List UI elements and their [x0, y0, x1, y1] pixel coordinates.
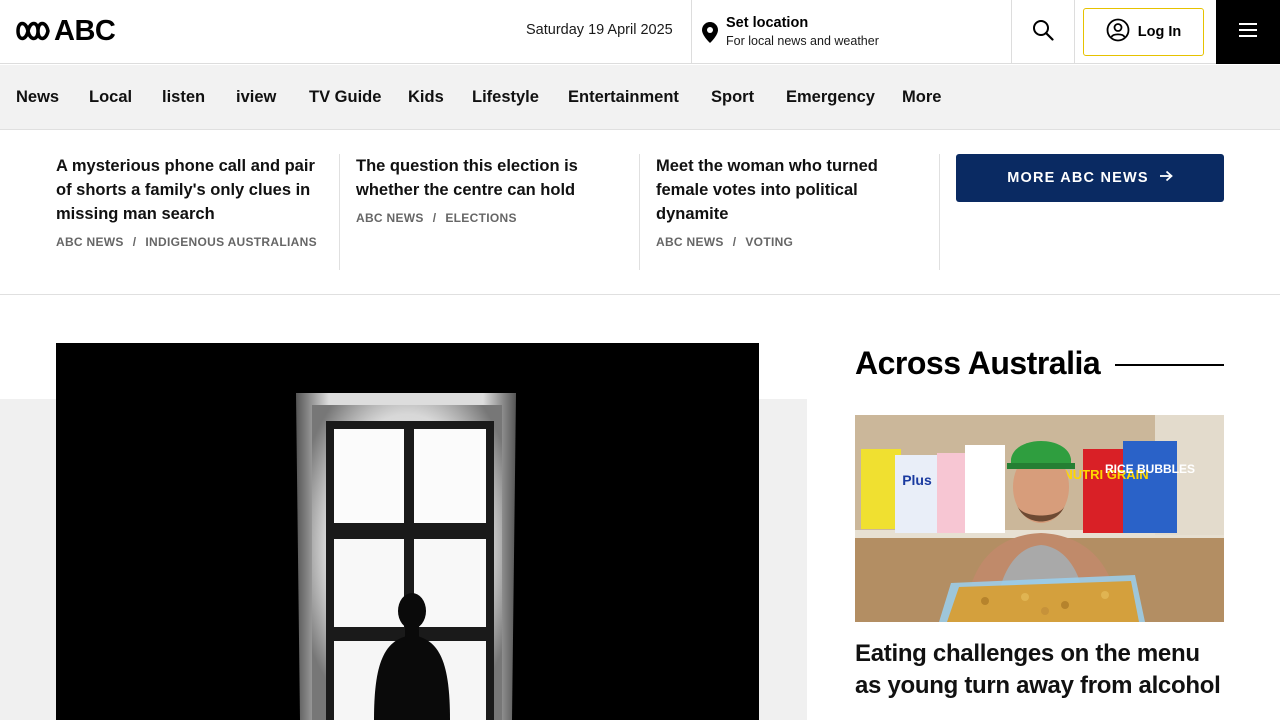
user-icon: [1106, 18, 1130, 46]
story-card[interactable]: Meet the woman who turned female votes i…: [656, 154, 940, 270]
nav-item-news[interactable]: News: [16, 88, 59, 107]
story-meta: ABC NEWS / INDIGENOUS AUSTRALIANS: [56, 235, 317, 249]
nav-item-listen[interactable]: listen: [162, 88, 205, 107]
nav-item-entertainment[interactable]: Entertainment: [568, 88, 679, 107]
across-australia-section: Across Australia: [855, 343, 1224, 383]
story-meta: ABC NEWS / VOTING: [656, 235, 794, 249]
story-title[interactable]: Meet the woman who turned female votes i…: [656, 154, 899, 226]
nav-item-lifestyle[interactable]: Lifestyle: [472, 88, 539, 107]
more-abc-news-button[interactable]: MORE ABC NEWS: [956, 154, 1224, 202]
nav-item-tv-guide[interactable]: TV Guide: [309, 88, 381, 107]
hamburger-icon: [1238, 22, 1258, 43]
story-topic[interactable]: VOTING: [745, 235, 793, 249]
brand-text: ABC: [54, 15, 116, 47]
section-title-rule: [1115, 364, 1224, 366]
location-title: Set location: [726, 15, 809, 31]
nav-item-sport[interactable]: Sport: [711, 88, 754, 107]
abc-lissajous-icon: [16, 21, 50, 41]
top-stories-strip: A mysterious phone call and pair of shor…: [0, 130, 1280, 295]
window-silhouette-photo: [56, 343, 759, 720]
story-card[interactable]: A mysterious phone call and pair of shor…: [56, 154, 340, 270]
nav-item-local[interactable]: Local: [89, 88, 132, 107]
story-title[interactable]: The question this election is whether th…: [356, 154, 623, 202]
story-meta: ABC NEWS / ELECTIONS: [356, 211, 517, 225]
box-label-rice-bubbles: RICE BUBBLES: [1105, 462, 1195, 476]
search-button[interactable]: [1012, 0, 1075, 64]
story-source[interactable]: ABC NEWS: [656, 235, 724, 249]
across-australia-headline[interactable]: Eating challenges on the menu as young t…: [855, 638, 1224, 702]
more-abc-news-label: MORE ABC NEWS: [1007, 170, 1149, 186]
story-topic[interactable]: ELECTIONS: [445, 211, 516, 225]
login-button[interactable]: Log In: [1083, 8, 1204, 56]
section-title[interactable]: Across Australia: [855, 343, 1224, 383]
hero-image[interactable]: [56, 343, 759, 720]
story-source[interactable]: ABC NEWS: [56, 235, 124, 249]
login-label: Log In: [1137, 24, 1182, 40]
nav-item-kids[interactable]: Kids: [408, 88, 444, 107]
current-date: Saturday 19 April 2025: [526, 22, 673, 38]
site-header: ABC Saturday 19 April 2025 Set location …: [0, 0, 1280, 64]
menu-button[interactable]: [1216, 0, 1280, 64]
story-topic[interactable]: INDIGENOUS AUSTRALIANS: [145, 235, 317, 249]
box-label-plus: Plus: [902, 472, 932, 488]
abc-logo[interactable]: ABC: [16, 15, 116, 47]
story-card[interactable]: The question this election is whether th…: [356, 154, 640, 270]
arrow-right-icon: [1159, 170, 1173, 186]
set-location-button[interactable]: Set location For local news and weather: [691, 0, 1012, 64]
story-source[interactable]: ABC NEWS: [356, 211, 424, 225]
search-icon: [1032, 19, 1054, 46]
main-navigation: News Local listen iview TV Guide Kids Li…: [0, 65, 1280, 130]
nav-item-emergency[interactable]: Emergency: [786, 88, 875, 107]
location-subtitle: For local news and weather: [726, 34, 879, 48]
story-title[interactable]: A mysterious phone call and pair of shor…: [56, 154, 323, 226]
location-pin-icon: [702, 22, 718, 48]
eating-challenge-photo: NUTRI GRAIN RICE BUBBLES Plus: [855, 415, 1224, 622]
across-australia-image[interactable]: NUTRI GRAIN RICE BUBBLES Plus: [855, 415, 1224, 622]
nav-item-more[interactable]: More: [902, 88, 941, 107]
nav-item-iview[interactable]: iview: [236, 88, 276, 107]
